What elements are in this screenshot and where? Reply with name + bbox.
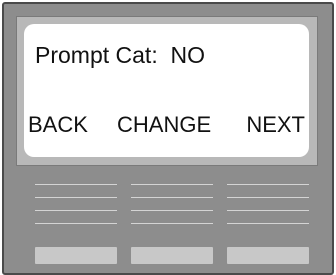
grille-line [131,184,213,185]
grille-line [227,223,309,224]
display-bezel: Prompt Cat: NO BACK CHANGE NEXT [16,16,318,166]
prompt-line: Prompt Cat: NO [35,42,205,69]
grille-line [227,184,309,185]
grille-line [35,197,117,198]
grille-line [227,210,309,211]
grille-line [35,184,117,185]
speaker-grille-left [35,184,117,236]
grille-line [35,223,117,224]
prompt-label: Prompt Cat: [35,42,158,68]
grille-line [131,223,213,224]
grille-line [131,197,213,198]
change-softkey[interactable]: CHANGE [117,112,211,138]
display-screen: Prompt Cat: NO BACK CHANGE NEXT [24,24,309,157]
next-hardware-button[interactable] [227,247,309,264]
next-softkey[interactable]: NEXT [246,112,305,138]
change-hardware-button[interactable] [131,247,213,264]
back-softkey[interactable]: BACK [28,112,88,138]
grille-line [131,210,213,211]
speaker-grille-center [131,184,213,236]
speaker-grille-right [227,184,309,236]
prompt-value: NO [170,42,206,68]
back-hardware-button[interactable] [35,247,117,264]
device-panel: Prompt Cat: NO BACK CHANGE NEXT [2,2,334,275]
grille-line [227,197,309,198]
grille-line [35,210,117,211]
